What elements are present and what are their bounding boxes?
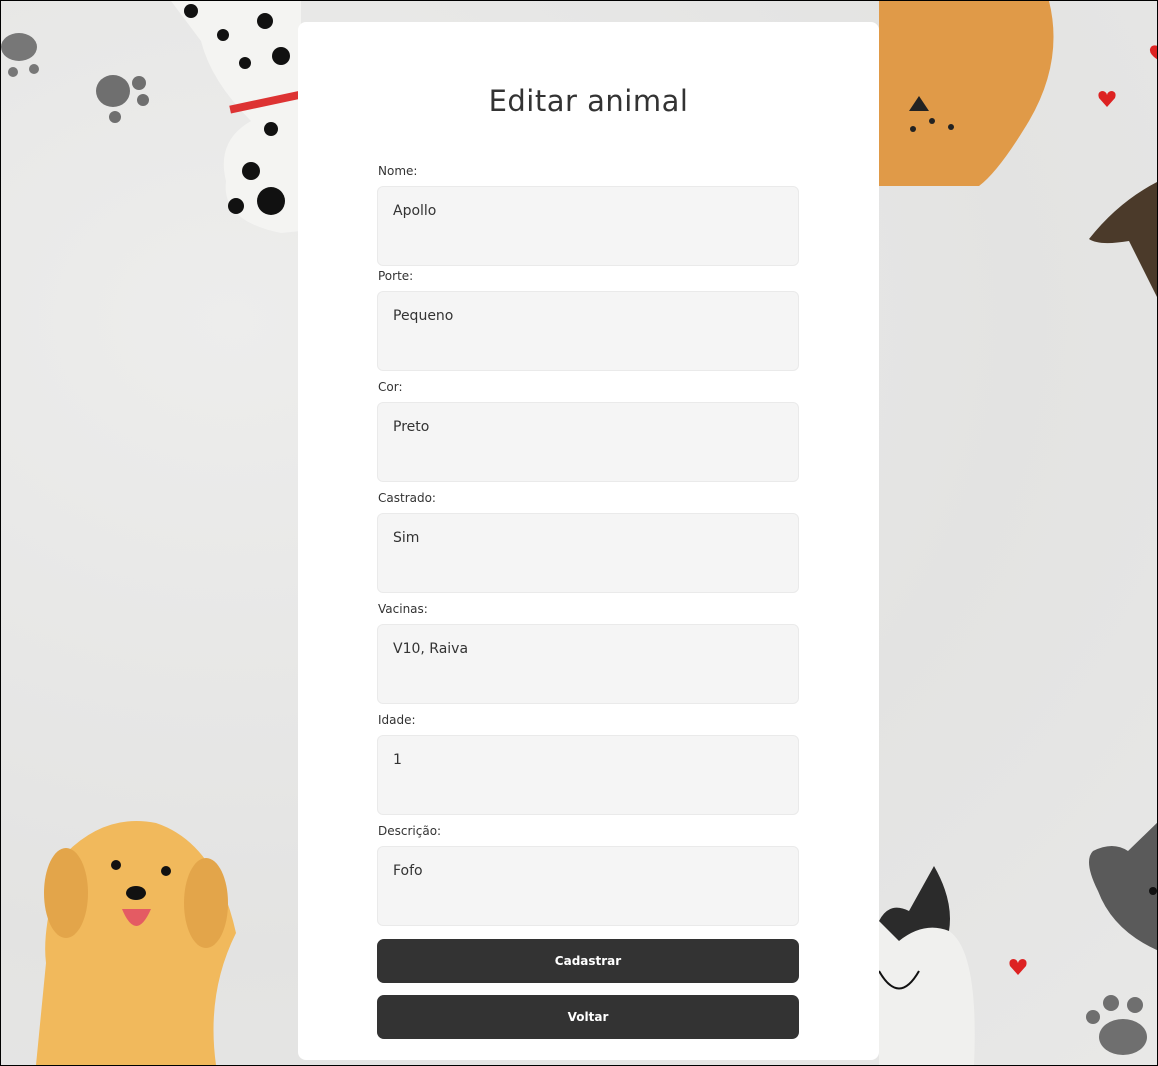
paw-print-icon (1086, 995, 1147, 1055)
color-label: Cor: (378, 380, 403, 394)
neutered-label: Castrado: (378, 491, 436, 505)
back-button[interactable]: Voltar (377, 995, 799, 1039)
cat-illustration (879, 866, 975, 1065)
heart-icon (1009, 959, 1027, 975)
vaccines-label: Vacinas: (378, 602, 428, 616)
size-field[interactable]: Pequeno (377, 291, 799, 371)
golden-retriever-illustration (36, 821, 236, 1065)
paw-print-icon (1, 33, 39, 77)
dalmatian-illustration (171, 1, 301, 233)
page-title: Editar animal (488, 84, 689, 118)
name-label: Nome: (378, 164, 418, 178)
age-field[interactable]: 1 (377, 735, 799, 815)
color-field[interactable]: Preto (377, 402, 799, 482)
vaccines-field[interactable]: V10, Raiva (377, 624, 799, 704)
submit-button[interactable]: Cadastrar (377, 939, 799, 983)
heart-icon (1149, 45, 1157, 60)
heart-icon (1098, 91, 1116, 107)
size-label: Porte: (378, 269, 414, 283)
background: Editar animal Nome: Apollo Porte: Pequen… (0, 0, 1158, 1066)
dog-illustration-right (1089, 182, 1157, 297)
husky-illustration (1089, 822, 1157, 951)
paw-print-icon (96, 75, 149, 123)
dog-illustration-top (879, 1, 1054, 186)
edit-animal-card: Editar animal Nome: Apollo Porte: Pequen… (298, 22, 879, 1060)
name-field[interactable]: Apollo (377, 186, 799, 266)
neutered-field[interactable]: Sim (377, 513, 799, 593)
description-field[interactable]: Fofo (377, 846, 799, 926)
age-label: Idade: (378, 713, 416, 727)
description-label: Descrição: (378, 824, 442, 838)
